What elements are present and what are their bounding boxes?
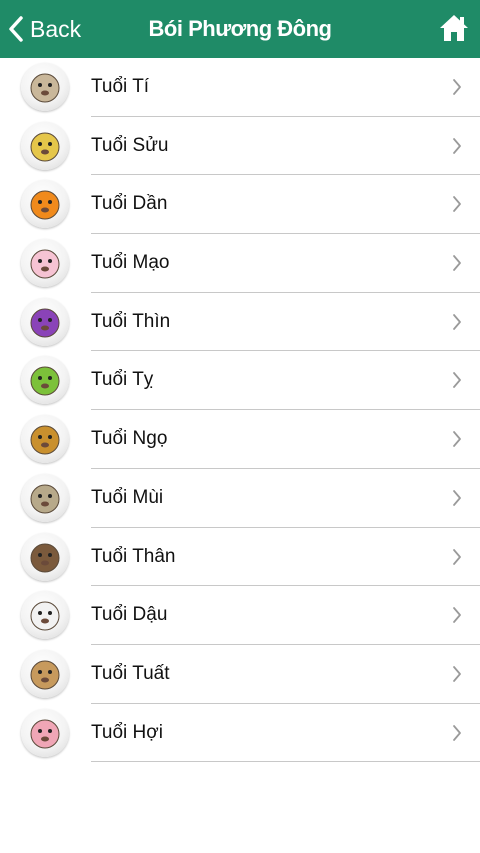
- list-item-label: Tuổi Dậu: [91, 604, 168, 626]
- list-item[interactable]: Tuổi Mùi: [0, 469, 480, 528]
- list-item[interactable]: Tuổi Tí: [0, 58, 480, 117]
- avatar: [21, 708, 69, 757]
- list-item-label: Tuổi Tí: [91, 76, 150, 97]
- app-header: Back Bói Phương Đông: [0, 0, 480, 58]
- chevron-right-icon: [453, 431, 461, 448]
- avatar: [21, 473, 69, 522]
- pig-icon: [30, 719, 60, 749]
- chevron-right-icon: [453, 724, 461, 741]
- chevron-right-icon: [453, 313, 461, 330]
- zodiac-list: Tuổi Tí Tuổi Sửu Tuổi Dần Tuổi Mạo Tuổi Thìn…: [0, 58, 480, 763]
- list-item-label: Tuổi Tuất: [91, 662, 170, 684]
- chevron-right-icon: [453, 372, 461, 389]
- chevron-left-icon: [9, 16, 23, 42]
- list-item-label: Tuổi Thìn: [91, 310, 171, 332]
- avatar: [21, 63, 69, 111]
- list-item[interactable]: Tuổi Thân: [0, 528, 480, 587]
- avatar: [21, 649, 69, 698]
- list-item[interactable]: Tuổi Ngọ: [0, 410, 480, 469]
- avatar: [21, 239, 69, 288]
- avatar: [21, 297, 69, 346]
- list-item-label: Tuổi Ngọ: [91, 428, 168, 450]
- list-item[interactable]: Tuổi Dậu: [0, 586, 480, 645]
- divider: [91, 761, 480, 763]
- list-item-label: Tuổi Sửu: [91, 134, 169, 156]
- list-item[interactable]: Tuổi Tỵ: [0, 351, 480, 411]
- avatar: [21, 415, 69, 464]
- chevron-right-icon: [453, 665, 461, 682]
- chevron-right-icon: [453, 255, 461, 271]
- avatar: [21, 532, 69, 581]
- list-item[interactable]: Tuổi Hợi: [0, 704, 480, 763]
- list-item[interactable]: Tuổi Tuất: [0, 645, 480, 704]
- dragon-icon: [30, 308, 60, 338]
- chevron-right-icon: [453, 489, 461, 506]
- list-item-label: Tuổi Tỵ: [91, 369, 154, 391]
- snake-icon: [30, 366, 60, 396]
- avatar: [21, 180, 69, 229]
- ox-icon: [30, 132, 60, 162]
- list-item-label: Tuổi Dần: [91, 193, 168, 215]
- chevron-right-icon: [453, 196, 461, 213]
- chevron-right-icon: [453, 137, 461, 154]
- list-item-label: Tuổi Mùi: [91, 486, 164, 508]
- avatar: [21, 591, 69, 640]
- cat-icon: [30, 249, 60, 279]
- list-item[interactable]: Tuổi Thìn: [0, 293, 480, 352]
- rooster-icon: [30, 601, 60, 631]
- list-item[interactable]: Tuổi Mạo: [0, 234, 480, 293]
- back-label: Back: [30, 15, 82, 42]
- list-item-label: Tuổi Hợi: [91, 721, 163, 743]
- list-item-label: Tuổi Mạo: [91, 252, 170, 274]
- avatar: [21, 356, 69, 405]
- rat-icon: [30, 73, 60, 103]
- chevron-right-icon: [453, 79, 461, 95]
- avatar: [21, 121, 69, 170]
- chevron-right-icon: [453, 548, 461, 565]
- list-item[interactable]: Tuổi Dần: [0, 175, 480, 235]
- list-item-label: Tuổi Thân: [91, 545, 176, 567]
- home-icon[interactable]: [438, 12, 470, 44]
- chevron-right-icon: [453, 607, 461, 624]
- monkey-icon: [30, 543, 60, 572]
- back-button[interactable]: Back: [8, 0, 81, 58]
- horse-icon: [30, 425, 60, 455]
- tiger-icon: [30, 190, 60, 220]
- list-item[interactable]: Tuổi Sửu: [0, 117, 480, 176]
- dog-icon: [30, 660, 60, 690]
- goat-icon: [30, 484, 60, 514]
